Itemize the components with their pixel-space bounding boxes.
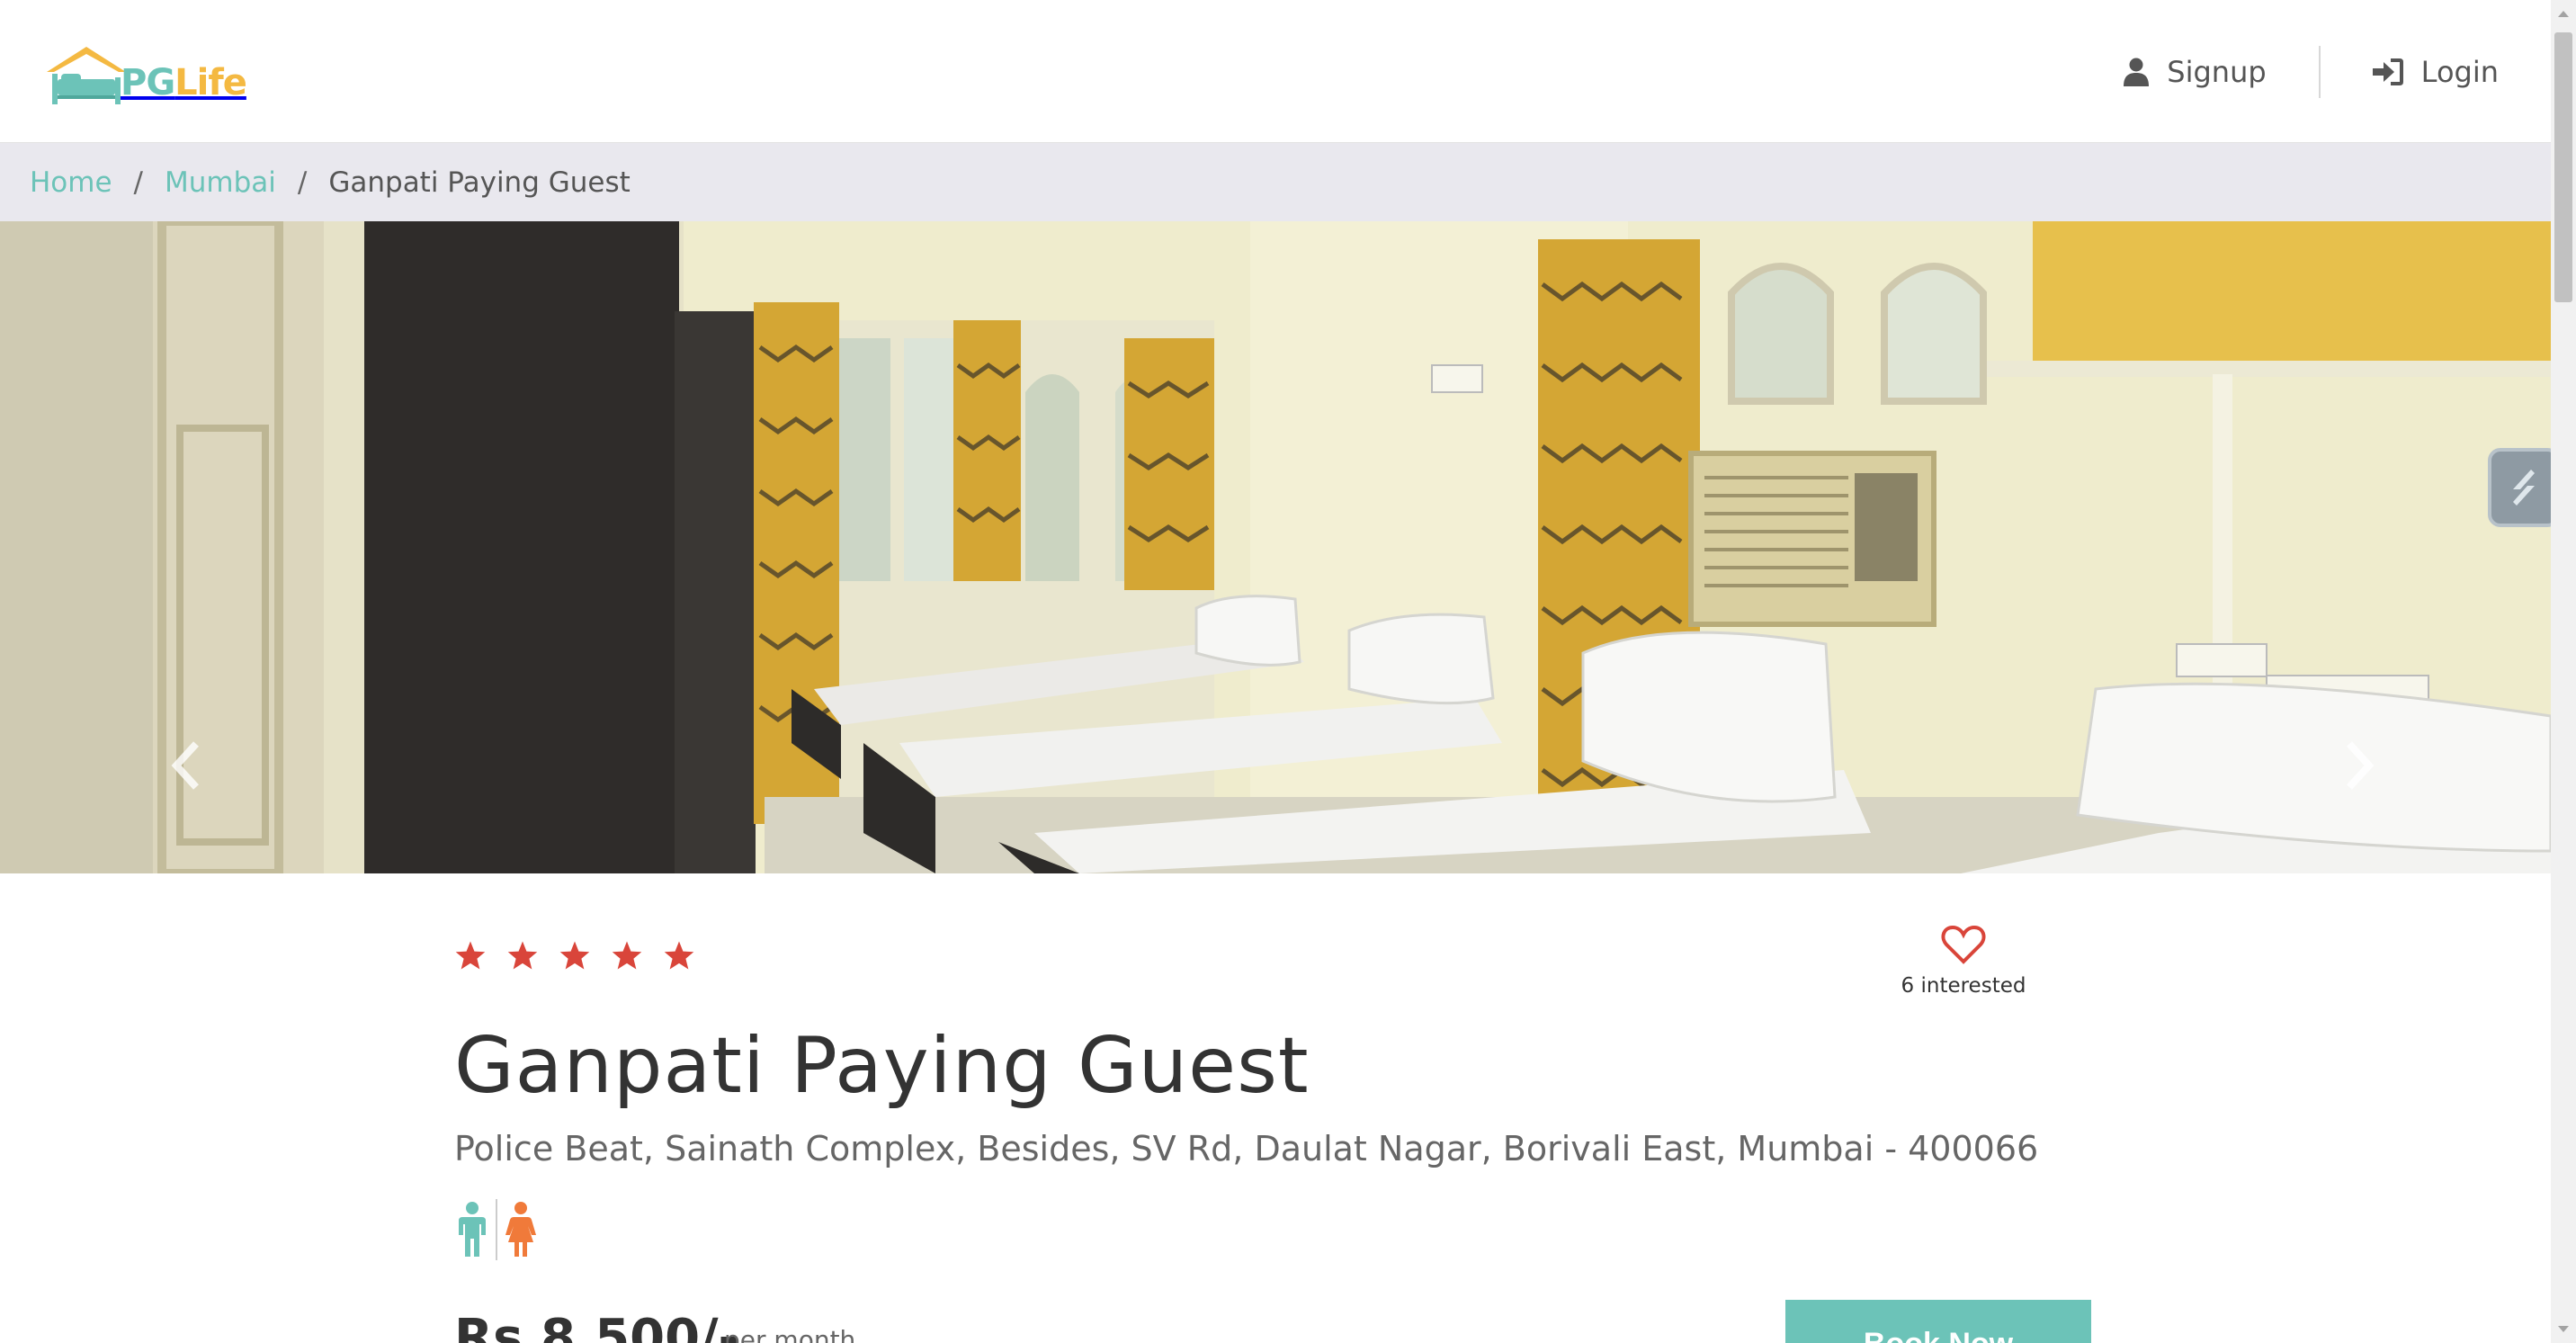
property-price: Rs 8,500/-	[454, 1309, 739, 1343]
breadcrumb-separator: /	[297, 166, 308, 199]
login-link[interactable]: Login	[2321, 45, 2551, 99]
lightning-icon	[2513, 470, 2535, 506]
sign-in-icon	[2372, 58, 2403, 85]
vertical-scrollbar[interactable]	[2551, 0, 2576, 1343]
star-icon	[559, 941, 590, 970]
star-icon	[455, 941, 486, 970]
heart-icon[interactable]	[1941, 924, 1986, 965]
interested-widget: 6 interested	[1874, 924, 2053, 998]
chevron-left-icon	[171, 741, 199, 790]
property-name: Ganpati Paying Guest	[454, 1021, 1310, 1111]
logo-text-pg: PG	[121, 62, 175, 103]
male-icon	[459, 1202, 486, 1257]
signup-link[interactable]: Signup	[2071, 45, 2318, 99]
user-icon	[2124, 58, 2150, 86]
site-header: PGLife Signup Login	[0, 0, 2551, 143]
scroll-up-arrow-icon[interactable]	[2551, 0, 2576, 27]
scrollbar-thumb[interactable]	[2554, 32, 2572, 302]
breadcrumb-city[interactable]: Mumbai	[165, 166, 276, 199]
star-icon	[612, 941, 642, 970]
house-bed-logo-icon	[47, 47, 126, 104]
carousel-next-button[interactable]	[2333, 721, 2387, 810]
interested-count: 6 interested	[1901, 974, 2026, 998]
gender-icons	[454, 1199, 539, 1260]
breadcrumb-separator: /	[133, 166, 143, 199]
breadcrumb-home[interactable]: Home	[30, 166, 112, 199]
star-icon	[664, 941, 694, 970]
pglife-logo[interactable]: PGLife	[43, 41, 247, 108]
price-unit: per month	[724, 1325, 856, 1343]
page: PGLife Signup Login Home / Mumbai / Ganp…	[0, 0, 2576, 1343]
floating-extension-icon[interactable]	[2488, 448, 2560, 527]
logo-text-life: Life	[174, 62, 247, 103]
star-icon	[507, 941, 538, 970]
gender-divider	[496, 1199, 497, 1260]
login-label: Login	[2420, 54, 2499, 89]
property-address: Police Beat, Sainath Complex, Besides, S…	[454, 1129, 2039, 1168]
breadcrumb: Home / Mumbai / Ganpati Paying Guest	[0, 143, 2551, 221]
top-nav: Signup Login	[2071, 0, 2551, 143]
breadcrumb-current: Ganpati Paying Guest	[328, 166, 631, 199]
chevron-right-icon	[2347, 741, 2375, 790]
signup-label: Signup	[2167, 54, 2267, 89]
female-icon	[505, 1202, 536, 1257]
star-rating	[454, 940, 695, 971]
carousel-prev-button[interactable]	[158, 721, 212, 810]
scroll-down-arrow-icon[interactable]	[2551, 1316, 2576, 1343]
room-photo	[0, 221, 2551, 873]
book-now-button[interactable]: Book Now	[1785, 1300, 2091, 1343]
property-image-carousel[interactable]	[0, 221, 2551, 873]
